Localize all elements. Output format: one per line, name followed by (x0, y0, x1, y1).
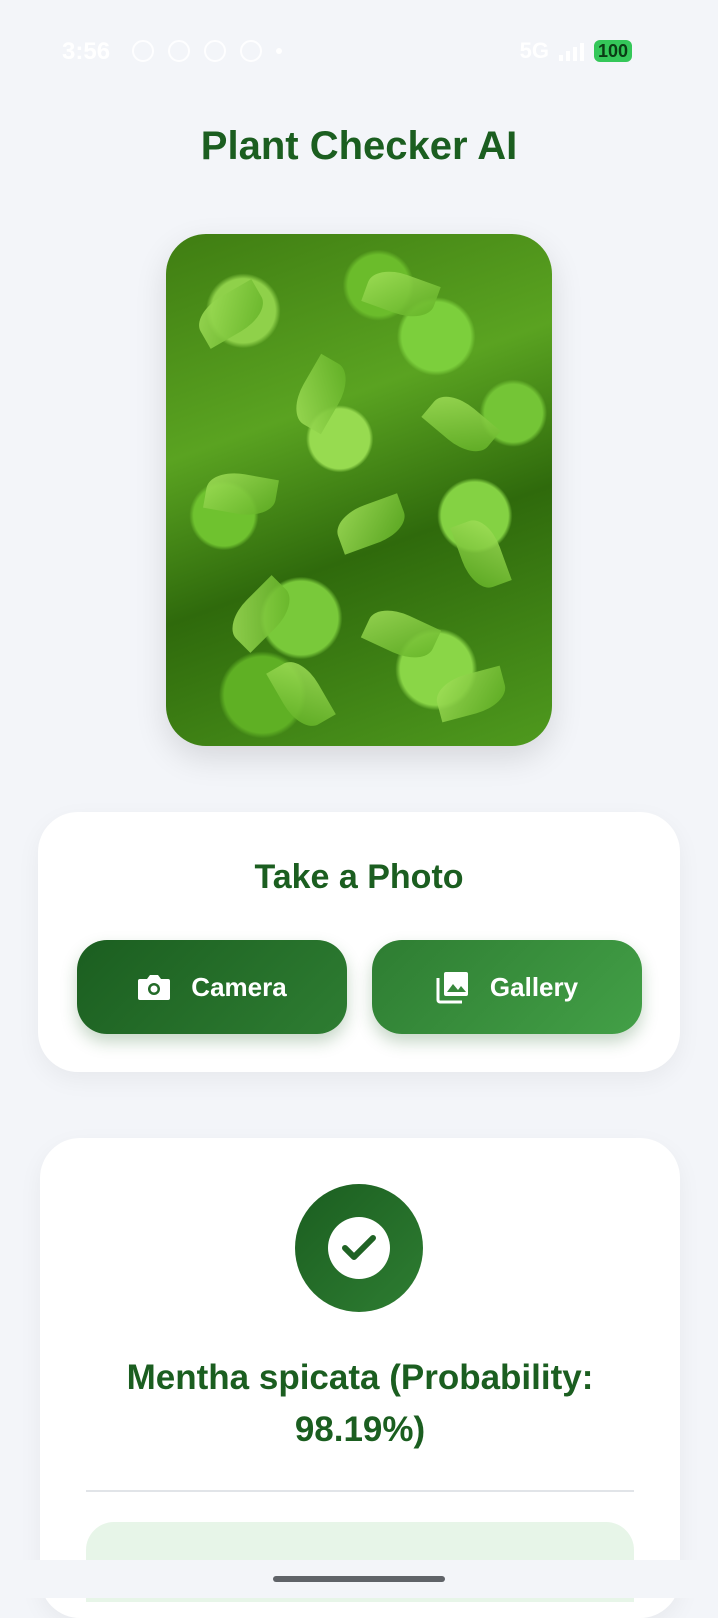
gallery-icon (436, 970, 470, 1004)
camera-icon (137, 972, 171, 1002)
signal-icon (558, 41, 584, 61)
divider (86, 1490, 634, 1492)
gallery-button[interactable]: Gallery (372, 940, 642, 1034)
instagram-notification-icon (204, 40, 226, 62)
notification-icons (132, 40, 282, 62)
home-indicator[interactable] (273, 1576, 445, 1582)
status-time: 3:56 (62, 38, 111, 65)
network-type: 5G (519, 38, 549, 63)
chat-notification-icon (132, 40, 154, 62)
page-title: Plant Checker AI (200, 124, 518, 168)
success-badge (295, 1184, 423, 1312)
threads-notification-icon (168, 40, 190, 62)
chatgpt-notification-icon (240, 40, 262, 62)
status-bar: 3:56 5G 100 (0, 0, 718, 100)
battery-icon: 100 (593, 40, 632, 62)
take-photo-title: Take a Photo (254, 858, 464, 896)
more-notifications-dot (276, 48, 282, 54)
plant-photo (166, 234, 552, 746)
gallery-button-label: Gallery (489, 971, 579, 1002)
check-icon (328, 1217, 390, 1279)
prediction-result: Mentha spicata (Probability: 98.19%) (126, 1358, 594, 1449)
result-card: Mentha spicata (Probability: 98.19%) (40, 1138, 680, 1618)
status-indicators: 5G 100 (520, 38, 632, 64)
camera-button-label: Camera (191, 971, 287, 1002)
camera-button[interactable]: Camera (77, 940, 347, 1034)
take-photo-card: Take a Photo Camera Gallery (38, 812, 680, 1072)
